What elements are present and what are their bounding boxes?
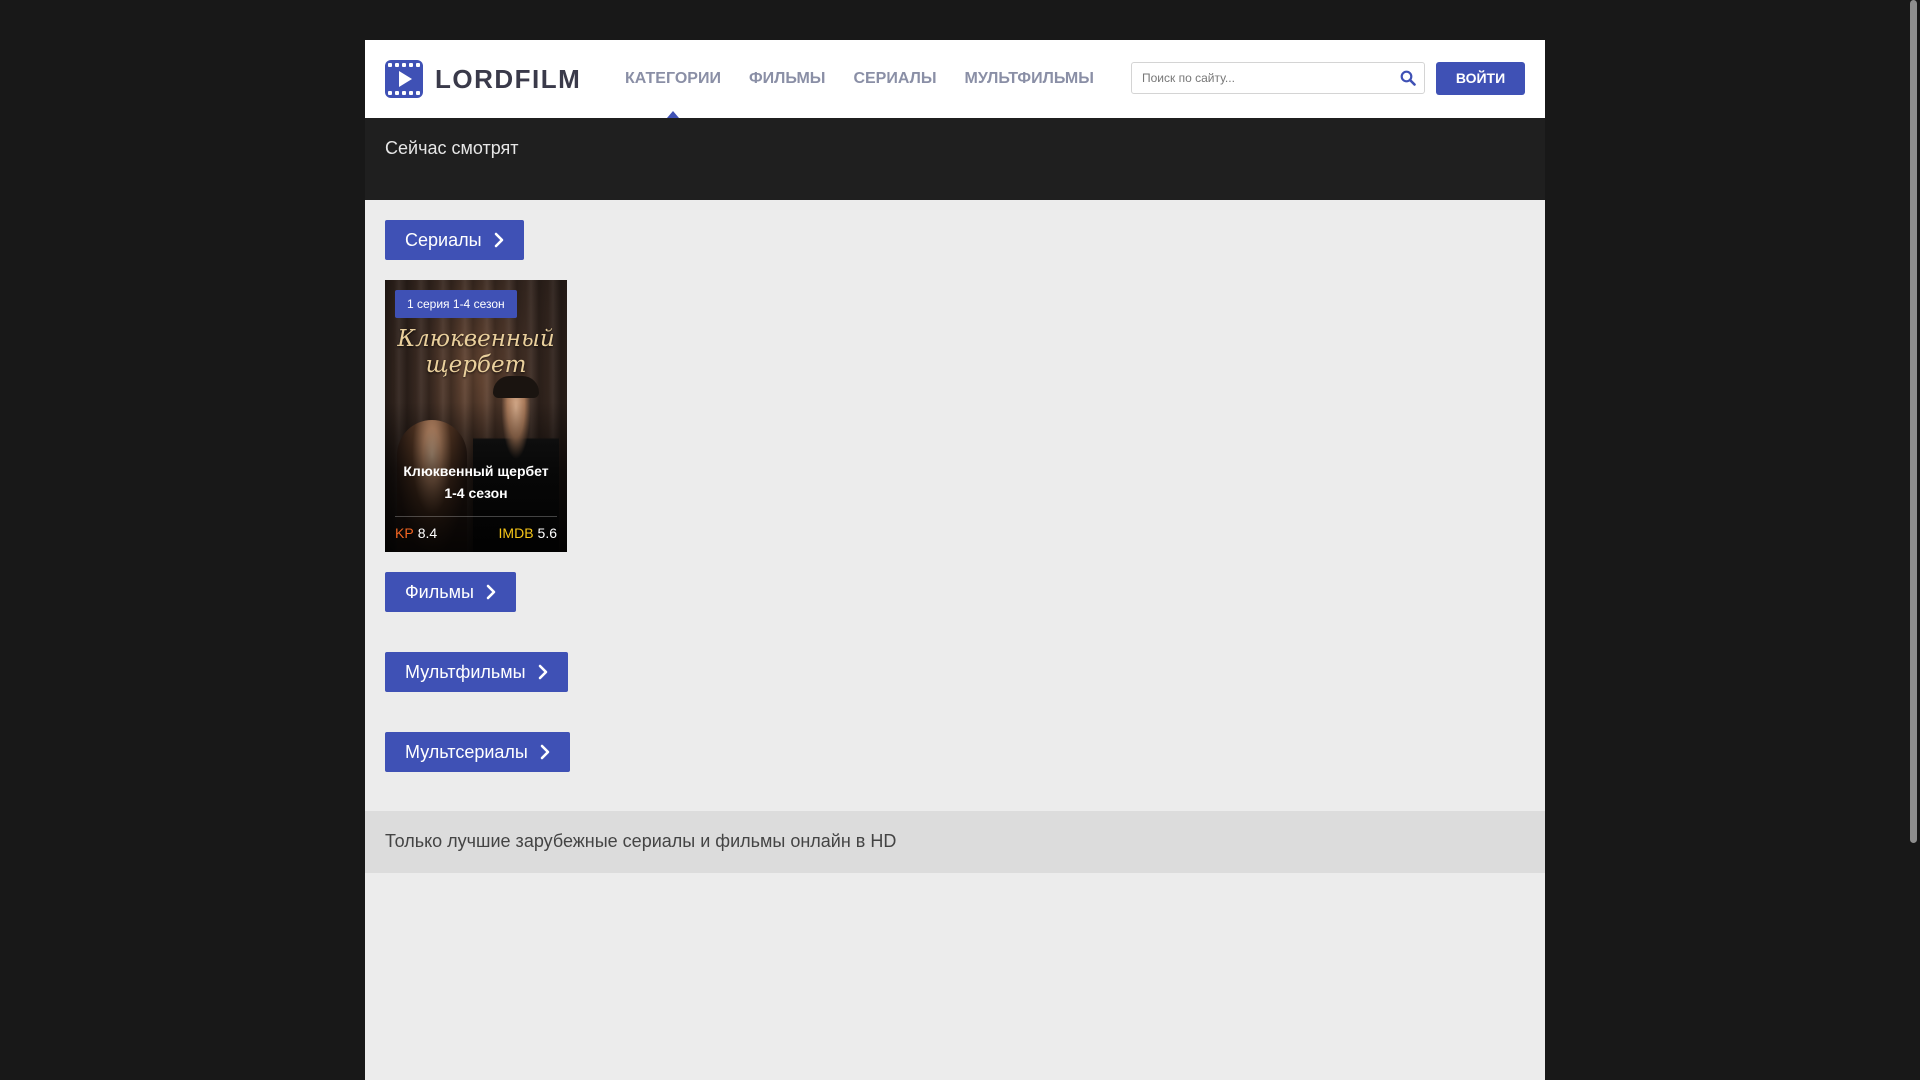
episode-badge: 1 серия 1-4 сезон bbox=[395, 290, 517, 318]
chevron-right-icon bbox=[494, 232, 503, 248]
poster-title-line2: щербет bbox=[425, 352, 527, 378]
footer-tagline: Только лучшие зарубежные сериалы и фильм… bbox=[385, 831, 897, 851]
nav-serials[interactable]: СЕРИАЛЫ bbox=[839, 40, 950, 118]
main-nav: КАТЕГОРИИ ФИЛЬМЫ СЕРИАЛЫ МУЛЬТФИЛЬМЫ bbox=[611, 40, 1108, 118]
serials-section-label: Сериалы bbox=[405, 230, 482, 250]
nav-categories[interactable]: КАТЕГОРИИ bbox=[611, 40, 735, 118]
page-container: LORDFILM КАТЕГОРИИ ФИЛЬМЫ СЕРИАЛЫ МУЛЬТФ… bbox=[365, 40, 1545, 1080]
nav-films[interactable]: ФИЛЬМЫ bbox=[735, 40, 839, 118]
serials-section-button[interactable]: Сериалы bbox=[385, 220, 524, 260]
kp-label: KP bbox=[395, 525, 414, 541]
poster-figure-man-hair bbox=[493, 376, 539, 398]
films-section-label: Фильмы bbox=[405, 582, 474, 602]
imdb-value: 5.6 bbox=[537, 525, 557, 541]
card-title-line2: 1-4 сезон bbox=[444, 485, 508, 501]
card-title: Клюквенный щербет 1-4 сезон bbox=[391, 460, 561, 504]
footer-tagline-band: Только лучшие зарубежные сериалы и фильм… bbox=[365, 811, 1545, 873]
play-film-icon bbox=[385, 60, 423, 98]
search-icon[interactable] bbox=[1400, 70, 1416, 86]
cartoons-section-button[interactable]: Мультфильмы bbox=[385, 652, 568, 692]
search-input[interactable] bbox=[1132, 63, 1402, 93]
now-watching-band: Сейчас смотрят bbox=[365, 118, 1545, 200]
cartoon-series-section-button[interactable]: Мультсериалы bbox=[385, 732, 570, 772]
logo-text: LORDFILM bbox=[435, 63, 582, 94]
movie-card[interactable]: Клюквенный щербет 1 серия 1-4 сезон Клюк… bbox=[385, 280, 567, 552]
imdb-rating: IMDB 5.6 bbox=[499, 525, 557, 541]
scrollbar-thumb[interactable] bbox=[1910, 0, 1917, 843]
chevron-right-icon bbox=[538, 664, 547, 680]
search-box bbox=[1131, 62, 1425, 94]
films-section-button[interactable]: Фильмы bbox=[385, 572, 516, 612]
chevron-right-icon bbox=[486, 584, 496, 600]
card-title-line1: Клюквенный щербет bbox=[403, 463, 549, 479]
chevron-right-icon bbox=[540, 744, 550, 760]
kp-rating: KP 8.4 bbox=[395, 525, 437, 541]
now-watching-title: Сейчас смотрят bbox=[385, 138, 519, 158]
cartoon-series-section-label: Мультсериалы bbox=[405, 742, 528, 762]
page-scrollbar[interactable] bbox=[1906, 0, 1920, 1080]
card-divider bbox=[395, 516, 557, 517]
login-button[interactable]: ВОЙТИ bbox=[1436, 62, 1525, 95]
cartoons-section-label: Мультфильмы bbox=[405, 662, 526, 682]
poster-title-line1: Клюквенный bbox=[397, 326, 555, 352]
poster-artwork-title: Клюквенный щербет bbox=[385, 326, 567, 378]
site-logo[interactable]: LORDFILM bbox=[385, 60, 581, 98]
kp-value: 8.4 bbox=[417, 525, 438, 541]
site-header: LORDFILM КАТЕГОРИИ ФИЛЬМЫ СЕРИАЛЫ МУЛЬТФ… bbox=[365, 40, 1545, 118]
nav-cartoons[interactable]: МУЛЬТФИЛЬМЫ bbox=[950, 40, 1107, 118]
content-area-empty bbox=[365, 873, 1545, 1080]
imdb-label: IMDB bbox=[498, 525, 534, 541]
